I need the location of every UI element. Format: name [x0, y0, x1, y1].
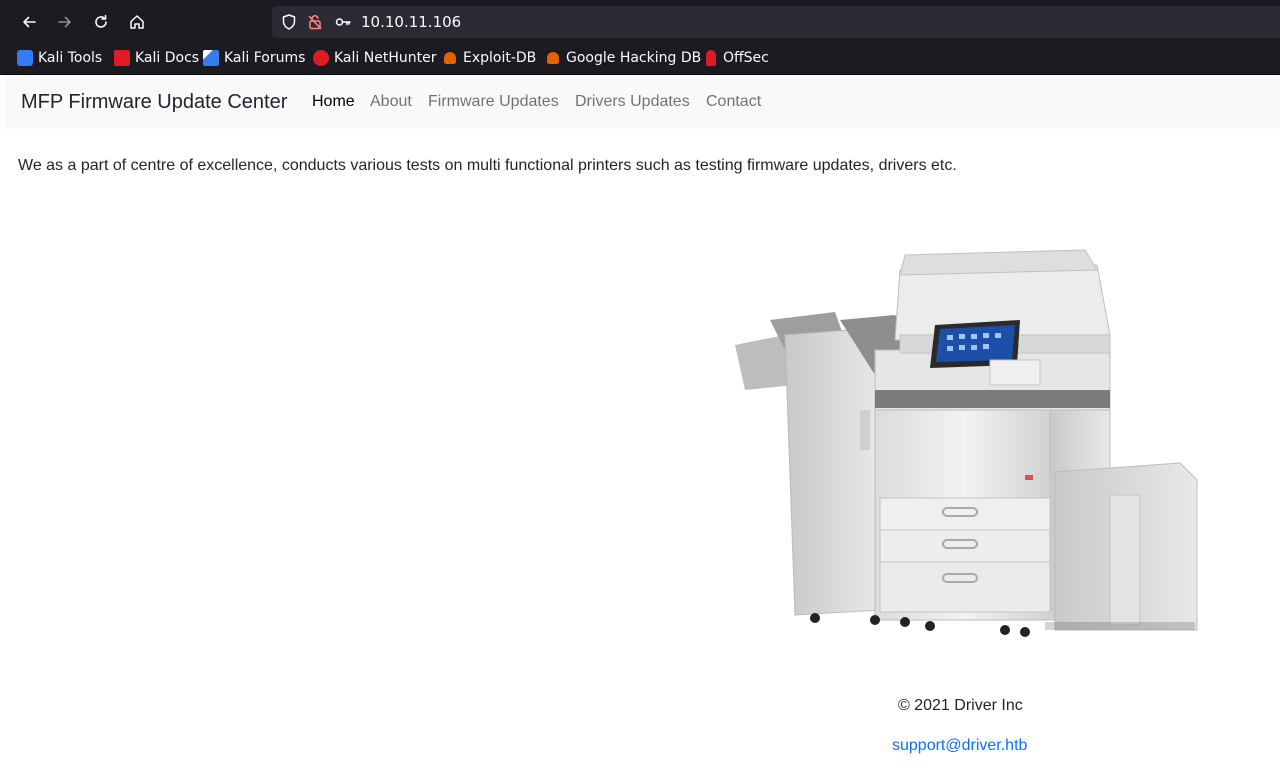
url-text[interactable]: 10.10.11.106 — [361, 6, 461, 38]
browser-toolbar: 10.10.11.106 — [0, 0, 1280, 44]
insecure-lock-icon[interactable] — [306, 13, 324, 31]
nav-contact[interactable]: Contact — [706, 75, 761, 129]
bookmark-label: Google Hacking DB — [566, 50, 702, 66]
reload-button[interactable] — [87, 8, 115, 36]
key-icon[interactable] — [334, 13, 352, 31]
kali-forums-icon — [203, 50, 219, 66]
bookmark-label: Kali Forums — [224, 50, 306, 66]
kali-nethunter-icon — [313, 50, 329, 66]
bookmark-kali-docs[interactable]: Kali Docs — [114, 44, 199, 72]
printer-image — [735, 249, 1198, 637]
site-navbar: MFP Firmware Update Center Home About Fi… — [5, 75, 1280, 129]
back-button[interactable] — [15, 8, 43, 36]
nav-drivers-updates[interactable]: Drivers Updates — [575, 75, 690, 129]
support-email-link[interactable]: support@driver.htb — [892, 737, 1027, 755]
google-hacking-db-icon — [547, 52, 559, 64]
shield-icon[interactable] — [280, 13, 298, 31]
exploit-db-icon — [444, 52, 456, 64]
bookmarks-bar: Kali Tools Kali Docs Kali Forums Kali Ne… — [0, 44, 1280, 75]
arrow-right-icon — [58, 16, 71, 28]
copyright-text: © 2021 Driver Inc — [898, 697, 1023, 714]
kali-tools-icon — [17, 50, 33, 66]
bookmark-google-hacking-db[interactable]: Google Hacking DB — [545, 44, 701, 72]
bookmark-label: Exploit-DB — [463, 50, 537, 66]
page-viewport: MFP Firmware Update Center Home About Fi… — [5, 75, 1280, 775]
arrow-left-icon — [23, 16, 36, 28]
offsec-icon — [706, 50, 716, 66]
address-bar[interactable]: 10.10.11.106 — [272, 6, 1280, 38]
forward-button[interactable] — [51, 8, 79, 36]
bookmark-label: Kali NetHunter — [334, 50, 437, 66]
kali-docs-icon — [114, 50, 130, 66]
bookmark-exploit-db[interactable]: Exploit-DB — [442, 44, 536, 72]
bookmark-offsec[interactable]: OffSec — [703, 44, 769, 72]
bookmark-kali-nethunter[interactable]: Kali NetHunter — [313, 44, 436, 72]
nav-about[interactable]: About — [370, 75, 412, 129]
site-brand[interactable]: MFP Firmware Update Center — [21, 75, 287, 129]
home-icon — [130, 15, 144, 29]
intro-text: We as a part of centre of excellence, co… — [18, 157, 957, 174]
nav-firmware-updates[interactable]: Firmware Updates — [428, 75, 559, 129]
home-button[interactable] — [123, 8, 151, 36]
bookmark-label: Kali Docs — [135, 50, 200, 66]
bookmark-kali-tools[interactable]: Kali Tools — [17, 44, 102, 72]
bookmark-label: OffSec — [723, 50, 769, 66]
reload-icon — [95, 14, 107, 28]
bookmark-kali-forums[interactable]: Kali Forums — [203, 44, 305, 72]
bookmark-label: Kali Tools — [38, 50, 103, 66]
nav-home[interactable]: Home — [312, 75, 355, 129]
